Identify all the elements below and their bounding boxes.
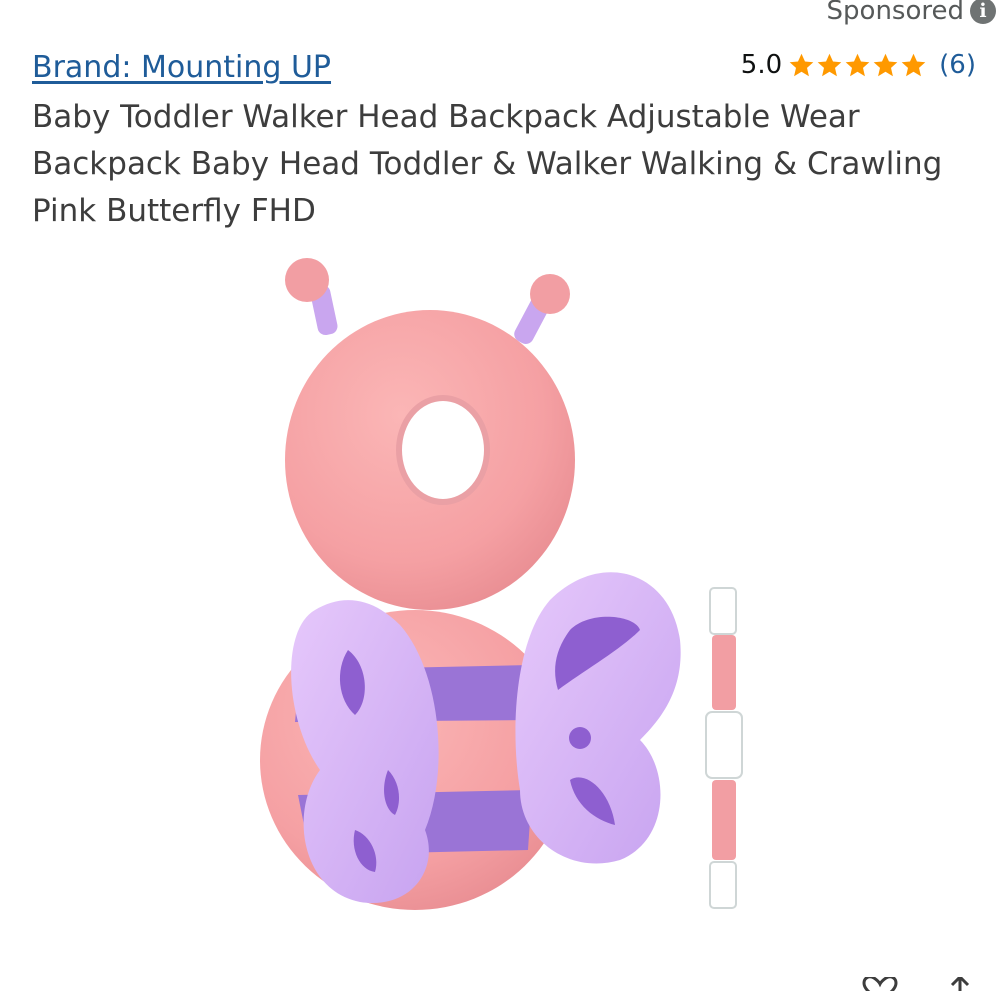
brand-rating-row: Brand: Mounting UP 5.0 (6) [32,50,976,90]
heart-icon[interactable] [860,977,900,991]
bottom-action-icons [860,977,980,991]
star-icon [845,53,870,76]
share-icon[interactable] [940,977,980,991]
rating-count-link[interactable]: (6) [939,50,976,80]
product-image[interactable] [240,250,760,920]
rating-value: 5.0 [740,50,783,80]
sponsored-label[interactable]: Sponsored i [827,0,996,26]
antenna-left [285,258,338,336]
sponsored-product-card: Sponsored i Brand: Mounting UP 5.0 (6) B… [0,0,1008,991]
star-icon [873,53,898,76]
brand-link[interactable]: Brand: Mounting UP [32,50,331,85]
wing-right [515,572,681,864]
product-title[interactable]: Baby Toddler Walker Head Backpack Adjust… [32,94,962,235]
harness-strap [705,587,743,909]
star-icon [789,53,814,76]
star-icon [817,53,842,76]
star-icon [901,53,926,76]
star-rating [788,52,927,79]
head-hole [396,395,490,505]
sponsored-text: Sponsored [826,0,964,26]
rating[interactable]: 5.0 (6) [741,50,976,80]
antenna-right [514,274,570,344]
info-icon[interactable]: i [970,0,996,24]
